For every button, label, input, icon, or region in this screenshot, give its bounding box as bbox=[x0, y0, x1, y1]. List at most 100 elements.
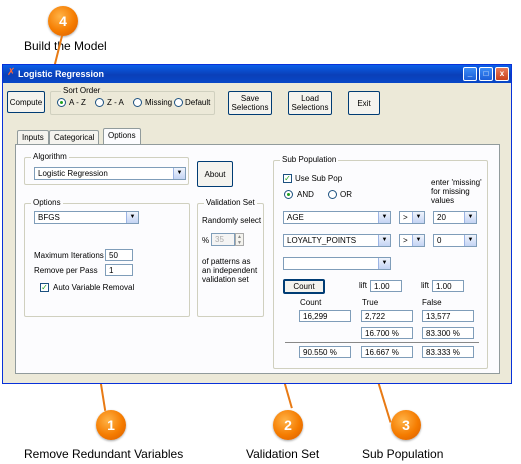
use-sub-pop-checkbox[interactable]: ✓ bbox=[283, 174, 292, 183]
tab-categorical[interactable]: Categorical bbox=[49, 130, 100, 144]
sort-z-a-label: Z - A bbox=[107, 98, 124, 107]
lift-false-input[interactable]: 1.00 bbox=[432, 280, 464, 292]
callout-remove-label: Remove Redundant Variables bbox=[24, 447, 184, 461]
subpop-op-value-2: > bbox=[403, 236, 408, 245]
subpop-value-2: 0 bbox=[437, 236, 442, 245]
col-true-header: True bbox=[362, 298, 379, 307]
options-title: Options bbox=[31, 198, 63, 207]
callout-validation-label: Validation Set bbox=[246, 447, 320, 461]
col-count-header: Count bbox=[300, 298, 322, 307]
sort-z-a-radio[interactable] bbox=[95, 98, 104, 107]
true-count-value: 2,722 bbox=[361, 310, 413, 322]
total-pct: 90.550 % bbox=[299, 346, 351, 358]
subpop-field-value-2: LOYALTY_POINTS bbox=[287, 236, 357, 245]
missing-hint-1: enter 'missing' bbox=[431, 178, 482, 187]
missing-hint-3: values bbox=[431, 196, 455, 205]
sort-order-title: Sort Order bbox=[61, 86, 103, 95]
validation-desc-3: validation set bbox=[202, 275, 249, 284]
count-value: 16,299 bbox=[299, 310, 351, 322]
subpop-value-select-1[interactable]: 20 ▼ bbox=[433, 211, 477, 224]
sort-missing-radio[interactable] bbox=[133, 98, 142, 107]
sort-a-z-label: A - Z bbox=[69, 98, 86, 107]
algorithm-value: Logistic Regression bbox=[38, 169, 108, 178]
true-pct-total: 16.667 % bbox=[361, 346, 413, 358]
subpop-value-1: 20 bbox=[437, 213, 446, 222]
tab-inputs[interactable]: Inputs bbox=[17, 130, 49, 144]
chevron-down-icon: ▼ bbox=[378, 212, 390, 223]
col-false-header: False bbox=[422, 298, 442, 307]
false-count-value: 13,577 bbox=[422, 310, 474, 322]
chevron-down-icon: ▼ bbox=[412, 212, 424, 223]
logistic-regression-window: ✗ Logistic Regression _ □ x Compute Sort… bbox=[2, 64, 512, 384]
save-selections-button[interactable]: Save Selections bbox=[228, 91, 272, 115]
close-button[interactable]: x bbox=[495, 67, 509, 81]
options-method-value: BFGS bbox=[38, 213, 60, 222]
max-iterations-input[interactable]: 50 bbox=[105, 249, 133, 261]
missing-hint-2: for missing bbox=[431, 187, 470, 196]
subpop-op-select-2[interactable]: > ▼ bbox=[399, 234, 425, 247]
count-button[interactable]: Count bbox=[283, 279, 325, 294]
lift-false-label: lift bbox=[421, 281, 429, 290]
subpop-field-value-1: AGE bbox=[287, 213, 304, 222]
remove-per-pass-input[interactable]: 1 bbox=[105, 264, 133, 276]
options-method-select[interactable]: BFGS ▼ bbox=[34, 211, 139, 224]
callout-build-label: Build the Model bbox=[24, 39, 107, 53]
auto-variable-removal-checkbox[interactable]: ✓ bbox=[40, 283, 49, 292]
chevron-down-icon: ▼ bbox=[412, 235, 424, 246]
validation-set-title: Validation Set bbox=[204, 198, 257, 207]
app-icon: ✗ bbox=[7, 67, 16, 78]
load-selections-button[interactable]: Load Selections bbox=[288, 91, 332, 115]
maximize-button[interactable]: □ bbox=[479, 67, 493, 81]
chevron-down-icon: ▼ bbox=[378, 235, 390, 246]
subpop-op-select-1[interactable]: > ▼ bbox=[399, 211, 425, 224]
subpop-field-select-3[interactable]: ▼ bbox=[283, 257, 391, 270]
validation-percent-input[interactable]: 35 bbox=[211, 233, 235, 246]
algorithm-select[interactable]: Logistic Regression ▼ bbox=[34, 167, 186, 180]
auto-variable-removal-label: Auto Variable Removal bbox=[53, 283, 135, 292]
window-titlebar[interactable]: ✗ Logistic Regression _ □ x bbox=[3, 65, 511, 83]
false-pct-row: 83.300 % bbox=[422, 327, 474, 339]
false-pct-total: 83.333 % bbox=[422, 346, 474, 358]
algorithm-title: Algorithm bbox=[31, 152, 69, 161]
subpop-value-select-2[interactable]: 0 ▼ bbox=[433, 234, 477, 247]
true-pct-row: 16.700 % bbox=[361, 327, 413, 339]
sort-default-radio[interactable] bbox=[174, 98, 183, 107]
callout-subpop-number: 3 bbox=[391, 410, 421, 440]
exit-button[interactable]: Exit bbox=[348, 91, 380, 115]
validation-spinner[interactable]: ▲ ▼ bbox=[235, 233, 244, 246]
subpop-field-select-2[interactable]: LOYALTY_POINTS ▼ bbox=[283, 234, 391, 247]
use-sub-pop-label: Use Sub Pop bbox=[295, 174, 343, 183]
chevron-down-icon: ▼ bbox=[173, 168, 185, 179]
compute-button[interactable]: Compute bbox=[7, 91, 45, 113]
lift-true-label: lift bbox=[359, 281, 367, 290]
sort-default-label: Default bbox=[185, 98, 211, 107]
tab-options[interactable]: Options bbox=[103, 128, 141, 144]
or-radio[interactable] bbox=[328, 190, 337, 199]
sort-a-z-radio[interactable] bbox=[57, 98, 66, 107]
validation-desc-1: of patterns as bbox=[202, 257, 251, 266]
remove-per-pass-label: Remove per Pass bbox=[34, 266, 98, 275]
randomly-select-label: Randomly select bbox=[202, 216, 262, 225]
or-label: OR bbox=[340, 190, 352, 199]
minimize-button[interactable]: _ bbox=[463, 67, 477, 81]
sub-population-title: Sub Population bbox=[280, 155, 339, 164]
chevron-down-icon: ▼ bbox=[464, 235, 476, 246]
callout-validation-number: 2 bbox=[273, 410, 303, 440]
max-iterations-label: Maximum Iterations bbox=[34, 251, 104, 260]
subpop-field-select-1[interactable]: AGE ▼ bbox=[283, 211, 391, 224]
lift-true-input[interactable]: 1.00 bbox=[370, 280, 402, 292]
spin-down-icon[interactable]: ▼ bbox=[237, 240, 242, 246]
chevron-down-icon: ▼ bbox=[464, 212, 476, 223]
validation-desc-2: an independent bbox=[202, 266, 258, 275]
and-label: AND bbox=[297, 190, 314, 199]
and-radio[interactable] bbox=[284, 190, 293, 199]
chevron-down-icon: ▼ bbox=[378, 258, 390, 269]
subpop-op-value-1: > bbox=[403, 213, 408, 222]
window-title: Logistic Regression bbox=[18, 69, 105, 79]
callout-subpop-label: Sub Population bbox=[362, 447, 444, 461]
callout-build-number: 4 bbox=[48, 6, 78, 36]
results-divider bbox=[285, 342, 479, 343]
percent-symbol: % bbox=[202, 236, 210, 245]
about-button[interactable]: About bbox=[197, 161, 233, 187]
sort-missing-label: Missing bbox=[145, 98, 173, 107]
